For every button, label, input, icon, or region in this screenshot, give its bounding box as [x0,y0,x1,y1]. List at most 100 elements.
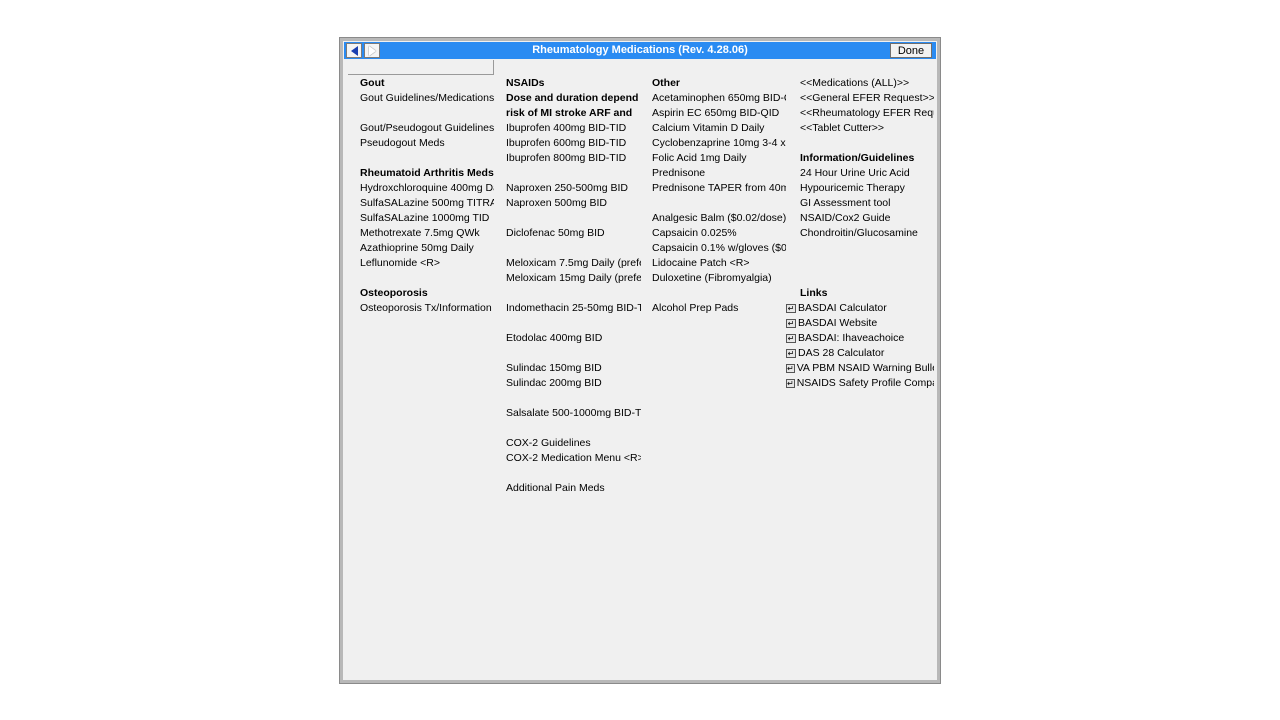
nsaid-med-item[interactable]: Meloxicam 7.5mg Daily (preferre [506,256,641,271]
other-med-item[interactable]: Folic Acid 1mg Daily [652,151,786,166]
other-med-item[interactable]: Prednisone TAPER from 40mg [652,181,786,196]
gout-menu-item[interactable]: Pseudogout Meds [360,136,494,151]
nsaid-med-item[interactable]: Sulindac 200mg BID [506,376,641,391]
external-link-label: NSAIDS Safety Profile Comparis [796,377,934,389]
column-conditions: Gout Gout Guidelines/Medications Gout/Pseu… [360,76,494,316]
external-link[interactable]: ↵ DAS 28 Calculator [786,346,934,361]
external-link-label: BASDAI Calculator [798,302,887,314]
section-header-gout: Gout [360,77,385,89]
nsaid-med-item[interactable]: Naproxen 250-500mg BID [506,181,641,196]
external-link[interactable]: ↵ VA PBM NSAID Warning Bullet [786,361,934,376]
other-med-item[interactable]: Capsaicin 0.025% [652,226,786,241]
other-med-item[interactable]: Prednisone [652,166,786,181]
nsaid-med-item[interactable]: Salsalate 500-1000mg BID-TID [506,406,641,421]
link-arrow-icon: ↵ [786,334,796,343]
other-med-item[interactable]: Acetaminophen 650mg BID-QID [652,91,786,106]
nsaid-med-item[interactable]: Diclofenac 50mg BID [506,226,641,241]
external-link[interactable]: ↵ BASDAI Calculator [786,301,934,316]
section-header-rheumatoid-arthritis: Rheumatoid Arthritis Meds [360,167,494,179]
other-med-item[interactable]: Alcohol Prep Pads [652,301,786,316]
info-item[interactable]: 24 Hour Urine Uric Acid [786,166,934,181]
section-header-links: Links [800,287,828,299]
nsaid-med-item[interactable]: Indomethacin 25-50mg BID-TID [506,301,641,316]
section-header-other: Other [652,77,681,89]
request-link[interactable]: <<General EFER Request>> [786,91,934,106]
other-med-item[interactable]: Capsaicin 0.1% w/gloves ($0.1 [652,241,786,256]
other-med-item[interactable]: Cyclobenzaprine 10mg 3-4 x Da [652,136,786,151]
nsaid-med-item[interactable]: Ibuprofen 400mg BID-TID [506,121,641,136]
tab-header-stub [348,60,494,75]
column-resources: <<Medications (ALL)>> <<General EFER Requ… [786,76,934,391]
medications-window: Rheumatology Medications (Rev. 4.28.06) … [339,37,941,684]
nsaid-warning-line-2: risk of MI stroke ARF and [506,107,633,119]
external-link[interactable]: ↵ BASDAI: Ihaveachoice [786,331,934,346]
section-header-nsaids: NSAIDs [506,77,545,89]
nsaid-med-item[interactable]: Additional Pain Meds [506,481,641,496]
section-header-osteoporosis: Osteoporosis [360,287,428,299]
external-link-label: DAS 28 Calculator [798,347,885,359]
request-link[interactable]: <<Medications (ALL)>> [786,76,934,91]
section-header-information: Information/Guidelines [800,152,915,164]
nsaid-med-item[interactable]: Ibuprofen 800mg BID-TID [506,151,641,166]
ra-med-item[interactable]: Azathioprine 50mg Daily [360,241,494,256]
nsaid-med-item[interactable]: Etodolac 400mg BID [506,331,641,346]
done-button[interactable]: Done [890,43,932,58]
nsaid-warning-line-1: Dose and duration depend [506,92,639,104]
gout-menu-item[interactable]: Gout Guidelines/Medications [360,91,494,106]
external-link[interactable]: ↵ BASDAI Website [786,316,934,331]
ra-med-item[interactable]: Hydroxchloroquine 400mg Daily [360,181,494,196]
nsaid-med-item[interactable]: Naproxen 500mg BID [506,196,641,211]
request-link[interactable]: <<Tablet Cutter>> [786,121,934,136]
external-link-label: BASDAI: Ihaveachoice [798,332,905,344]
request-link[interactable]: <<Rheumatology EFER Reques [786,106,934,121]
link-arrow-icon: ↵ [786,349,796,358]
nsaid-med-item[interactable]: Sulindac 150mg BID [506,361,641,376]
info-item[interactable]: GI Assessment tool [786,196,934,211]
nsaid-med-item[interactable]: Meloxicam 15mg Daily (preferre [506,271,641,286]
other-med-item[interactable]: Lidocaine Patch <R> [652,256,786,271]
nsaid-med-item[interactable]: COX-2 Medication Menu <R> [506,451,641,466]
ra-med-item[interactable]: Leflunomide <R> [360,256,494,271]
info-item[interactable]: NSAID/Cox2 Guide [786,211,934,226]
link-arrow-icon: ↵ [786,379,795,388]
other-med-item[interactable]: Aspirin EC 650mg BID-QID [652,106,786,121]
column-nsaids: NSAIDs Dose and duration depend risk of MI… [506,76,641,496]
other-med-item[interactable]: Calcium Vitamin D Daily [652,121,786,136]
link-arrow-icon: ↵ [786,319,796,328]
window-title: Rheumatology Medications (Rev. 4.28.06) [532,44,748,56]
external-link-label: VA PBM NSAID Warning Bullet [796,362,934,374]
info-item[interactable]: Hypouricemic Therapy [786,181,934,196]
nsaid-med-item[interactable]: Ibuprofen 600mg BID-TID [506,136,641,151]
info-item[interactable]: Chondroitin/Glucosamine [786,226,934,241]
external-link[interactable]: ↵ NSAIDS Safety Profile Comparis [786,376,934,391]
nsaid-med-item[interactable]: COX-2 Guidelines [506,436,641,451]
ra-med-item[interactable]: SulfaSALazine 1000mg TID [360,211,494,226]
column-other: Other Acetaminophen 650mg BID-QIDAspirin … [652,76,786,316]
link-arrow-icon: ↵ [786,304,796,313]
other-med-item[interactable]: Duloxetine (Fibromyalgia) [652,271,786,286]
ra-med-item[interactable]: SulfaSALazine 500mg TITRATE [360,196,494,211]
link-arrow-icon: ↵ [786,364,795,373]
title-bar: Rheumatology Medications (Rev. 4.28.06) … [344,42,936,59]
gout-menu-item[interactable]: Gout/Pseudogout Guidelines [360,121,494,136]
menu-content: Gout Gout Guidelines/Medications Gout/Pseu… [344,59,936,680]
other-med-item[interactable]: Analgesic Balm ($0.02/dose) [652,211,786,226]
ra-med-item[interactable]: Methotrexate 7.5mg QWk [360,226,494,241]
osteoporosis-menu-item[interactable]: Osteoporosis Tx/Information [360,301,494,316]
